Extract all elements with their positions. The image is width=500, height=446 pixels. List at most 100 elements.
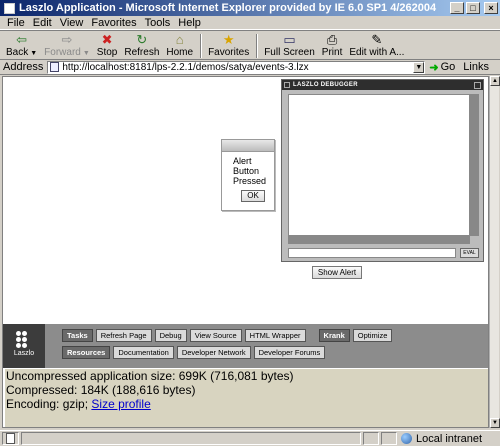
fullscreen-label: Full Screen xyxy=(264,47,315,58)
security-zone: Local intranet xyxy=(401,433,482,445)
laszlo-debugger-window: LASZLO DEBUGGER EVAL xyxy=(281,79,484,262)
favorites-button[interactable]: ★ Favorites xyxy=(208,31,249,59)
compressed-size: Compressed: 184K (188,616 bytes) xyxy=(6,383,196,397)
debug-button[interactable]: Debug xyxy=(154,329,187,342)
resources-row: Resources Documentation Developer Networ… xyxy=(62,346,326,359)
debugger-output xyxy=(288,94,470,236)
fullscreen-icon: ▭ xyxy=(283,32,296,47)
page-vertical-scrollbar[interactable]: ▲ ▼ xyxy=(489,76,500,428)
laszlo-logo-icon xyxy=(16,331,32,348)
krank-heading: Krank xyxy=(318,329,350,342)
encoding-text: Encoding: gzip; xyxy=(6,397,89,411)
html-wrapper-button[interactable]: HTML Wrapper xyxy=(244,329,306,342)
debugger-title: LASZLO DEBUGGER xyxy=(293,82,358,88)
debugger-titlebar[interactable]: LASZLO DEBUGGER xyxy=(282,80,483,90)
alert-ok-button[interactable]: OK xyxy=(241,190,265,202)
go-label: Go xyxy=(440,61,456,73)
menu-help[interactable]: Help xyxy=(178,17,201,29)
tasks-heading: Tasks xyxy=(62,329,93,342)
resources-heading: Resources xyxy=(62,346,111,359)
favorites-label: Favorites xyxy=(208,47,250,58)
menu-file[interactable]: File xyxy=(7,17,25,29)
uncompressed-size: Uncompressed application size: 699K (716… xyxy=(6,369,294,383)
debugger-window-icon xyxy=(284,82,290,88)
favorites-icon: ★ xyxy=(222,32,235,47)
status-pane-icon xyxy=(2,432,19,445)
status-pane xyxy=(363,432,379,445)
debugger-input-field[interactable] xyxy=(288,248,456,258)
size-profile-link[interactable]: Size profile xyxy=(91,397,150,411)
maximize-button[interactable]: □ xyxy=(466,2,480,14)
refresh-page-button[interactable]: Refresh Page xyxy=(95,329,152,342)
alert-message: Alert Button Pressed xyxy=(222,152,274,186)
debugger-vertical-scrollbar[interactable] xyxy=(470,94,479,236)
laszlo-dev-console: Laszlo Tasks Refresh Page Debug View Sou… xyxy=(3,324,488,368)
ie-app-icon xyxy=(4,2,15,14)
laszlo-logo: Laszlo xyxy=(3,324,45,368)
edit-with-button[interactable]: ✎ Edit with A... xyxy=(349,31,404,59)
status-text-pane xyxy=(21,432,361,445)
menu-view[interactable]: View xyxy=(60,17,84,29)
debugger-horizontal-scrollbar[interactable] xyxy=(288,236,470,244)
refresh-button[interactable]: ↻ Refresh xyxy=(124,31,159,59)
address-dropdown-icon[interactable]: ▼ xyxy=(413,61,425,73)
home-label: Home xyxy=(166,47,194,58)
alert-dialog-header[interactable] xyxy=(222,140,274,152)
stop-icon: ✖ xyxy=(101,32,113,47)
alert-message-line: Button xyxy=(233,166,260,176)
tasks-row: Tasks Refresh Page Debug View Source HTM… xyxy=(62,329,393,342)
print-icon: ⎙ xyxy=(326,32,338,47)
scroll-down-icon[interactable]: ▼ xyxy=(490,418,500,428)
developer-forums-button[interactable]: Developer Forums xyxy=(253,346,326,359)
scroll-up-icon[interactable]: ▲ xyxy=(490,76,500,86)
encoding-line: Encoding: gzip; Size profile xyxy=(5,397,488,411)
home-icon: ⌂ xyxy=(175,32,184,47)
print-button[interactable]: ⎙ Print xyxy=(322,31,343,59)
menu-edit[interactable]: Edit xyxy=(33,17,52,29)
menu-favorites[interactable]: Favorites xyxy=(91,17,136,29)
debugger-eval-button[interactable]: EVAL xyxy=(460,248,479,258)
page-done-icon xyxy=(6,433,15,444)
back-arrow-icon: ⇦ xyxy=(16,32,28,47)
view-source-button[interactable]: View Source xyxy=(189,329,242,342)
toolbar-separator xyxy=(256,34,259,58)
address-input[interactable]: http://localhost:8181/lps-2.2.1/demos/sa… xyxy=(47,60,426,74)
optimize-button[interactable]: Optimize xyxy=(352,329,393,342)
developer-network-button[interactable]: Developer Network xyxy=(176,346,251,359)
stop-button[interactable]: ✖ Stop xyxy=(97,31,118,59)
alert-message-line: Pressed xyxy=(233,176,267,186)
forward-label: Forward ▼ xyxy=(44,47,90,58)
print-label: Print xyxy=(321,47,343,58)
address-bar: Address http://localhost:8181/lps-2.2.1/… xyxy=(0,60,500,75)
documentation-button[interactable]: Documentation xyxy=(113,346,174,359)
go-button[interactable]: ➜ Go xyxy=(429,61,455,74)
address-url: http://localhost:8181/lps-2.2.1/demos/sa… xyxy=(62,61,309,73)
back-button[interactable]: ⇦ Back ▼ xyxy=(6,31,37,60)
close-button[interactable]: × xyxy=(484,2,498,14)
edit-with-label: Edit with A... xyxy=(349,47,405,58)
fullscreen-button[interactable]: ▭ Full Screen xyxy=(264,31,315,59)
forward-arrow-icon: ⇨ xyxy=(61,32,73,47)
alert-message-line: Alert xyxy=(233,156,252,166)
window-titlebar[interactable]: Laszlo Application - Microsoft Internet … xyxy=(0,0,500,16)
links-button[interactable]: Links xyxy=(463,61,489,73)
show-alert-button[interactable]: Show Alert xyxy=(312,266,362,279)
address-label: Address xyxy=(3,61,44,73)
back-label: Back ▼ xyxy=(6,47,38,58)
debugger-close-icon[interactable] xyxy=(474,81,481,89)
laszlo-logo-text: Laszlo xyxy=(13,350,35,357)
status-bar: Local intranet xyxy=(0,430,500,446)
refresh-label: Refresh xyxy=(124,47,160,58)
refresh-icon: ↻ xyxy=(136,32,148,47)
menu-tools[interactable]: Tools xyxy=(145,17,171,29)
home-button[interactable]: ⌂ Home xyxy=(166,31,193,59)
toolbar-separator xyxy=(200,34,203,58)
minimize-button[interactable]: _ xyxy=(450,2,464,14)
menu-bar: File Edit View Favorites Tools Help xyxy=(0,16,500,30)
status-pane xyxy=(381,432,397,445)
app-size-info: Uncompressed application size: 699K (716… xyxy=(5,369,488,427)
standard-toolbar: ⇦ Back ▼ ⇨ Forward ▼ ✖ Stop ↻ Refresh ⌂ Ho… xyxy=(0,30,500,60)
forward-button[interactable]: ⇨ Forward ▼ xyxy=(44,31,90,60)
alert-dialog: Alert Button Pressed OK xyxy=(221,139,275,211)
go-arrow-icon: ➜ xyxy=(429,61,439,74)
